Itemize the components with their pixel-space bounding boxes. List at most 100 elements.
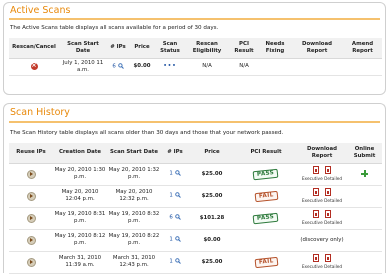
column-header: Download Report xyxy=(291,38,343,59)
column-header: Creation Date xyxy=(53,143,107,164)
executive-report-link[interactable]: Executive xyxy=(302,265,323,270)
column-header: # IPs xyxy=(161,143,189,164)
ip-count-link[interactable]: 1 xyxy=(169,259,172,265)
pci-result-value: N/A xyxy=(229,58,259,76)
magnifier-icon[interactable] xyxy=(117,63,124,69)
discovery-only-note: (discovery only) xyxy=(297,229,347,252)
online-submit-cell xyxy=(347,185,382,208)
needs-fixing-value xyxy=(259,58,291,76)
price-value: $25.00 xyxy=(189,251,235,274)
table-row: May 19, 2010 8:31 p.m. May 19, 2010 8:32… xyxy=(9,207,382,230)
magnifier-icon[interactable] xyxy=(174,236,181,243)
executive-report-link[interactable]: Executive xyxy=(302,177,323,182)
amend-report-value xyxy=(343,58,382,76)
pci-fail-stamp: FAIL xyxy=(254,190,278,202)
online-submit-cell xyxy=(347,251,382,274)
ip-count-link[interactable]: 6 xyxy=(169,215,172,221)
reuse-ips-icon[interactable] xyxy=(26,257,36,267)
ip-count-link[interactable]: 1 xyxy=(169,171,172,177)
table-header-row: Rescan/Cancel Scan Start Date # IPs Pric… xyxy=(9,38,382,59)
creation-date: May 20, 2010 1:30 p.m. xyxy=(53,163,107,186)
magnifier-icon[interactable] xyxy=(174,258,181,265)
detailed-report-pdf-icon[interactable] xyxy=(325,209,331,218)
detailed-report-link[interactable]: Detailed xyxy=(324,265,342,270)
executive-report-pdf-icon[interactable] xyxy=(313,165,319,174)
table-row: May 20, 2010 12:04 p.m. May 20, 2010 12:… xyxy=(9,185,382,208)
column-header: Scan Start Date xyxy=(107,143,161,164)
magnifier-icon[interactable] xyxy=(174,170,181,177)
scan-start-date: May 20, 2010 1:32 p.m. xyxy=(107,163,161,186)
scan-start-date: May 20, 2010 12:32 p.m. xyxy=(107,185,161,208)
table-row: May 20, 2010 1:30 p.m. May 20, 2010 1:32… xyxy=(9,163,382,186)
reuse-ips-icon[interactable] xyxy=(26,235,36,245)
online-submit-plus-icon[interactable] xyxy=(361,170,368,177)
column-header: Rescan/Cancel xyxy=(9,38,59,59)
reuse-ips-icon[interactable] xyxy=(26,213,36,223)
scan-start-date: May 19, 2010 8:22 p.m. xyxy=(107,229,161,252)
column-header: PCI Result xyxy=(229,38,259,59)
pci-pass-stamp: PASS xyxy=(252,212,280,224)
executive-report-pdf-icon[interactable] xyxy=(313,253,319,262)
executive-report-pdf-icon[interactable] xyxy=(313,209,319,218)
online-submit-cell xyxy=(347,229,382,252)
active-scans-title: Active Scans xyxy=(10,5,71,16)
creation-date: May 19, 2010 8:12 p.m. xyxy=(53,229,107,252)
detailed-report-link[interactable]: Detailed xyxy=(324,221,342,226)
scan-start-date: May 19, 2010 8:32 p.m. xyxy=(107,207,161,230)
detailed-report-pdf-icon[interactable] xyxy=(325,187,331,196)
price-value: $101.28 xyxy=(189,207,235,230)
column-header: # IPs xyxy=(107,38,129,59)
column-header: PCI Result xyxy=(235,143,297,164)
download-report-value xyxy=(291,58,343,76)
detailed-report-pdf-icon[interactable] xyxy=(325,165,331,174)
column-header: Needs Fixing xyxy=(259,38,291,59)
executive-report-link[interactable]: Executive xyxy=(302,221,323,226)
executive-report-link[interactable]: Executive xyxy=(302,199,323,204)
scan-history-description: The Scan History table displays all scan… xyxy=(10,130,284,136)
table-row: March 31, 2010 11:39 a.m. March 31, 2010… xyxy=(9,251,382,274)
price-value: $25.00 xyxy=(189,163,235,186)
scan-history-panel: Scan History The Scan History table disp… xyxy=(3,103,386,274)
column-header: Amend Report xyxy=(343,38,382,59)
executive-report-pdf-icon[interactable] xyxy=(313,187,319,196)
ip-count-link[interactable]: 1 xyxy=(169,193,172,199)
table-row: July 1, 2010 11 a.m. 6 $0.00 ••• N/A N/A xyxy=(9,58,382,76)
magnifier-icon[interactable] xyxy=(174,192,181,199)
creation-date: May 19, 2010 8:31 p.m. xyxy=(53,207,107,230)
ip-count-link[interactable]: 1 xyxy=(169,237,172,243)
column-header: Price xyxy=(129,38,155,59)
pci-result-value xyxy=(235,229,297,252)
active-scans-panel: Active Scans The Active Scans table disp… xyxy=(3,2,386,95)
price-value: $0.00 xyxy=(189,229,235,252)
table-header-row: Reuse IPs Creation Date Scan Start Date … xyxy=(9,143,382,164)
creation-date: May 20, 2010 12:04 p.m. xyxy=(53,185,107,208)
magnifier-icon[interactable] xyxy=(174,214,181,221)
pci-fail-stamp: FAIL xyxy=(254,256,278,268)
column-header: Scan Status xyxy=(155,38,185,59)
column-header: Price xyxy=(189,143,235,164)
creation-date: March 31, 2010 11:39 a.m. xyxy=(53,251,107,274)
online-submit-cell xyxy=(347,207,382,230)
column-header: Online Submit xyxy=(347,143,382,164)
title-divider xyxy=(9,18,380,20)
scan-start-date: July 1, 2010 11 a.m. xyxy=(59,58,107,76)
column-header: Scan Start Date xyxy=(59,38,107,59)
scan-history-table: Reuse IPs Creation Date Scan Start Date … xyxy=(9,143,382,274)
column-header: Rescan Eligibility xyxy=(185,38,229,59)
table-row: May 19, 2010 8:12 p.m. May 19, 2010 8:22… xyxy=(9,229,382,252)
rescan-eligibility-value: N/A xyxy=(185,58,229,76)
detailed-report-pdf-icon[interactable] xyxy=(325,253,331,262)
column-header: Download Report xyxy=(297,143,347,164)
detailed-report-link[interactable]: Detailed xyxy=(324,199,342,204)
scan-history-title: Scan History xyxy=(10,107,70,118)
scan-start-date: March 31, 2010 12:43 p.m. xyxy=(107,251,161,274)
title-divider xyxy=(9,121,380,123)
detailed-report-link[interactable]: Detailed xyxy=(324,177,342,182)
ip-count-link[interactable]: 6 xyxy=(112,63,115,69)
reuse-ips-icon[interactable] xyxy=(26,169,36,179)
cancel-scan-icon[interactable] xyxy=(30,61,38,70)
scan-status-indicator: ••• xyxy=(163,63,177,69)
reuse-ips-icon[interactable] xyxy=(26,191,36,201)
price-value: $0.00 xyxy=(129,58,155,76)
active-scans-table: Rescan/Cancel Scan Start Date # IPs Pric… xyxy=(9,38,382,76)
